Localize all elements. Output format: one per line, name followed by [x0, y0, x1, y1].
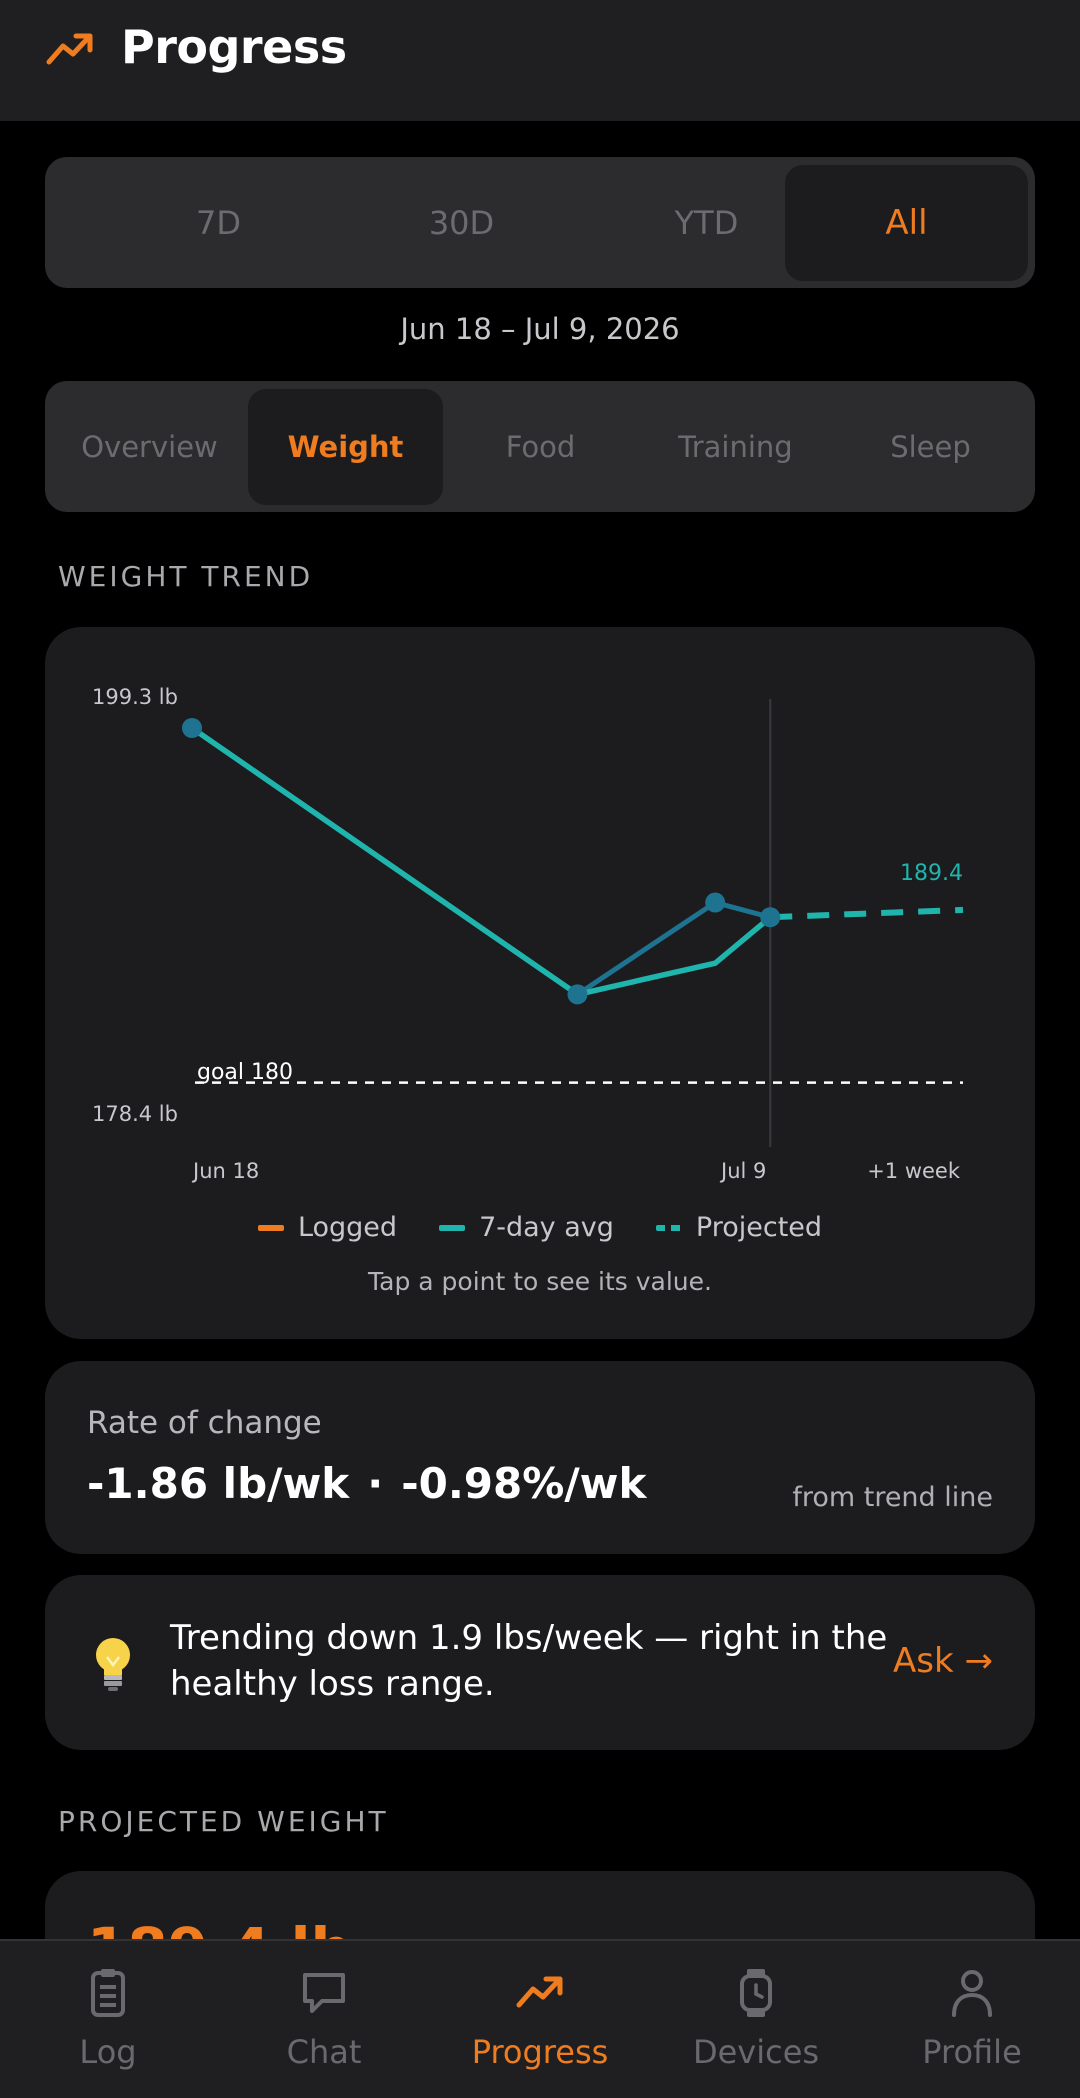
tab-sleep[interactable]: Sleep — [833, 389, 1028, 505]
legend-label-projected: Projected — [695, 1212, 823, 1243]
trending-up-icon — [46, 33, 93, 65]
range-option-all[interactable]: All — [785, 165, 1028, 281]
bottom-nav: Log Chat Progress Devices Profile — [0, 1939, 1080, 2098]
logged-point — [182, 718, 202, 738]
chat-icon — [303, 1973, 345, 2013]
range-option-30d[interactable]: 30D — [340, 165, 583, 281]
insight-card[interactable]: Trending down 1.9 lbs/week — right in th… — [45, 1575, 1035, 1750]
nav-item-progress[interactable]: Progress — [432, 1941, 648, 2098]
rate-source: from trend line — [792, 1482, 993, 1513]
date-range: Jun 18 – Jul 9, 2026 — [400, 312, 680, 346]
tab-training[interactable]: Training — [638, 389, 833, 505]
legend-swatch-logged — [257, 1224, 284, 1231]
rate-lb-per-week: -1.86 lb/wk — [87, 1459, 350, 1508]
avg-series-line — [190, 725, 773, 998]
y-axis-bottom-label: 178.4 lb — [92, 1102, 178, 1126]
nav-label-chat: Chat — [286, 2033, 362, 2071]
logged-point — [760, 907, 781, 928]
tab-overview[interactable]: Overview — [52, 389, 247, 505]
tab-weight[interactable]: Weight — [248, 389, 443, 505]
x-axis-label-today: Jul 9 — [719, 1159, 766, 1183]
log-icon — [91, 1969, 125, 2017]
legend-item-avg: 7-day avg — [439, 1212, 614, 1243]
x-axis-label-start: Jun 18 — [191, 1159, 259, 1183]
legend-swatch-avg — [439, 1224, 466, 1231]
nav-item-profile[interactable]: Profile — [864, 1941, 1080, 2098]
logged-series-line — [190, 725, 771, 997]
rate-separator: · — [367, 1459, 384, 1508]
nav-label-progress: Progress — [471, 2033, 609, 2071]
person-icon — [952, 1970, 992, 2017]
rate-pct-per-week: -0.98%/wk — [401, 1459, 647, 1508]
x-axis-label-week: +1 week — [867, 1159, 961, 1183]
top-bar: Progress — [0, 0, 1080, 121]
rate-of-change-value: -1.86 lb/wk · -0.98%/wk — [87, 1459, 646, 1508]
chart-legend: Logged 7-day avg Projected — [45, 1212, 1035, 1243]
watch-icon — [740, 1969, 772, 2017]
metric-tabs: Overview Weight Food Training Sleep — [45, 381, 1035, 512]
legend-label-logged: Logged — [297, 1212, 398, 1243]
range-selector: 7D 30D YTD All — [45, 157, 1035, 288]
legend-label-avg: 7-day avg — [479, 1212, 614, 1243]
rate-of-change-card: Rate of change -1.86 lb/wk · -0.98%/wk fro… — [45, 1361, 1035, 1554]
weight-trend-card: 199.3 lb 178.4 lb goal 180 189.4 Jun 18 … — [45, 627, 1035, 1339]
insight-text: Trending down 1.9 lbs/week — right in th… — [170, 1618, 888, 1704]
projected-value-label: 189.4 — [900, 861, 963, 886]
projected-weight-heading: PROJECTED WEIGHT — [58, 1805, 389, 1838]
rate-of-change-label: Rate of change — [87, 1405, 322, 1441]
goal-label: goal 180 — [197, 1060, 293, 1085]
tab-food[interactable]: Food — [443, 389, 638, 505]
legend-swatch-projected — [655, 1224, 682, 1231]
trending-up-icon — [516, 1976, 563, 2008]
nav-item-chat[interactable]: Chat — [216, 1941, 432, 2098]
page-title: Progress — [121, 20, 347, 74]
weight-trend-heading: WEIGHT TREND — [58, 560, 314, 593]
nav-label-log: Log — [79, 2033, 137, 2071]
chart-hint: Tap a point to see its value. — [368, 1267, 712, 1296]
projected-series-line — [770, 906, 964, 921]
nav-item-devices[interactable]: Devices — [648, 1941, 864, 2098]
legend-item-projected: Projected — [655, 1212, 823, 1243]
nav-label-devices: Devices — [692, 2033, 820, 2071]
range-option-7d[interactable]: 7D — [97, 165, 340, 281]
nav-label-profile: Profile — [922, 2033, 1022, 2071]
y-axis-top-label: 199.3 lb — [92, 685, 178, 709]
logged-point — [705, 892, 726, 913]
legend-item-logged: Logged — [257, 1212, 398, 1243]
nav-item-log[interactable]: Log — [0, 1941, 216, 2098]
ask-link[interactable]: Ask → — [893, 1641, 993, 1681]
weight-chart: 199.3 lb 178.4 lb goal 180 189.4 Jun 18 … — [92, 685, 964, 1183]
logged-point — [567, 984, 588, 1005]
lightbulb-icon — [96, 1638, 130, 1691]
